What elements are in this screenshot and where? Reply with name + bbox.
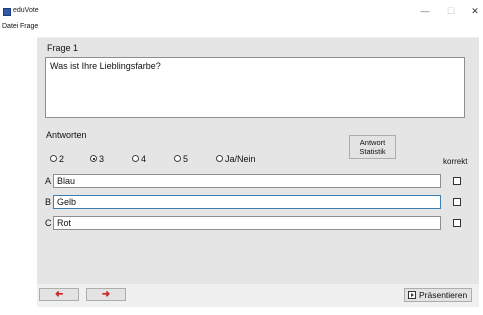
radio-icon[interactable] xyxy=(50,155,57,162)
answer-count-option-label: 2 xyxy=(59,153,65,164)
answer-count-option-4[interactable]: 4 xyxy=(132,153,146,164)
minimize-button[interactable]: — xyxy=(417,4,433,18)
arrow-left-icon: ➜ xyxy=(54,289,64,300)
radio-icon[interactable] xyxy=(132,155,139,162)
play-icon xyxy=(408,291,416,299)
answer-b-input[interactable]: Gelb xyxy=(53,195,441,209)
present-button-label: Präsentieren xyxy=(419,290,468,300)
arrow-right-icon: ➜ xyxy=(101,289,111,300)
maximize-button[interactable]: ☐ xyxy=(443,4,459,18)
question-text-field[interactable]: Was ist Ihre Lieblingsfarbe? xyxy=(45,57,465,118)
previous-question-button[interactable]: ➜ xyxy=(39,288,79,301)
title-bar xyxy=(0,0,483,22)
present-button[interactable]: Präsentieren xyxy=(404,288,472,302)
radio-checked-icon[interactable] xyxy=(90,155,97,162)
answer-c-input[interactable]: Rot xyxy=(53,216,441,230)
question-number-label: Frage 1 xyxy=(47,43,79,53)
menu-item-frage[interactable]: Frage xyxy=(20,23,38,30)
answer-count-option-label: 5 xyxy=(183,153,189,164)
answer-statistic-button[interactable]: Antwort Statistik xyxy=(349,135,396,159)
answer-a-input[interactable]: Blau xyxy=(53,174,441,188)
answer-count-option-yes-no[interactable]: Ja/Nein xyxy=(216,153,256,164)
answer-count-option-2[interactable]: 2 xyxy=(50,153,64,164)
answer-count-option-label: Ja/Nein xyxy=(225,153,256,164)
answer-a-correct-checkbox[interactable] xyxy=(453,177,461,185)
answer-count-option-label: 4 xyxy=(141,153,147,164)
answer-count-option-3[interactable]: 3 xyxy=(90,153,104,164)
close-button[interactable]: ✕ xyxy=(467,4,483,18)
answer-count-option-5[interactable]: 5 xyxy=(174,153,188,164)
answer-count-option-label: 3 xyxy=(99,153,105,164)
correct-column-label: korrekt xyxy=(443,157,468,166)
radio-icon[interactable] xyxy=(216,155,223,162)
answer-c-correct-checkbox[interactable] xyxy=(453,219,461,227)
window-title: eduVote xyxy=(13,7,39,14)
radio-icon[interactable] xyxy=(174,155,181,162)
menu-item-datei[interactable]: Datei xyxy=(2,23,18,30)
answers-label: Antworten xyxy=(46,130,87,140)
answer-b-correct-checkbox[interactable] xyxy=(453,198,461,206)
answer-letter-c: C xyxy=(45,218,52,228)
answer-letter-b: B xyxy=(45,197,52,207)
menu-bar xyxy=(0,22,483,34)
answer-letter-a: A xyxy=(45,176,52,186)
app-icon xyxy=(3,8,11,16)
next-question-button[interactable]: ➜ xyxy=(86,288,126,301)
